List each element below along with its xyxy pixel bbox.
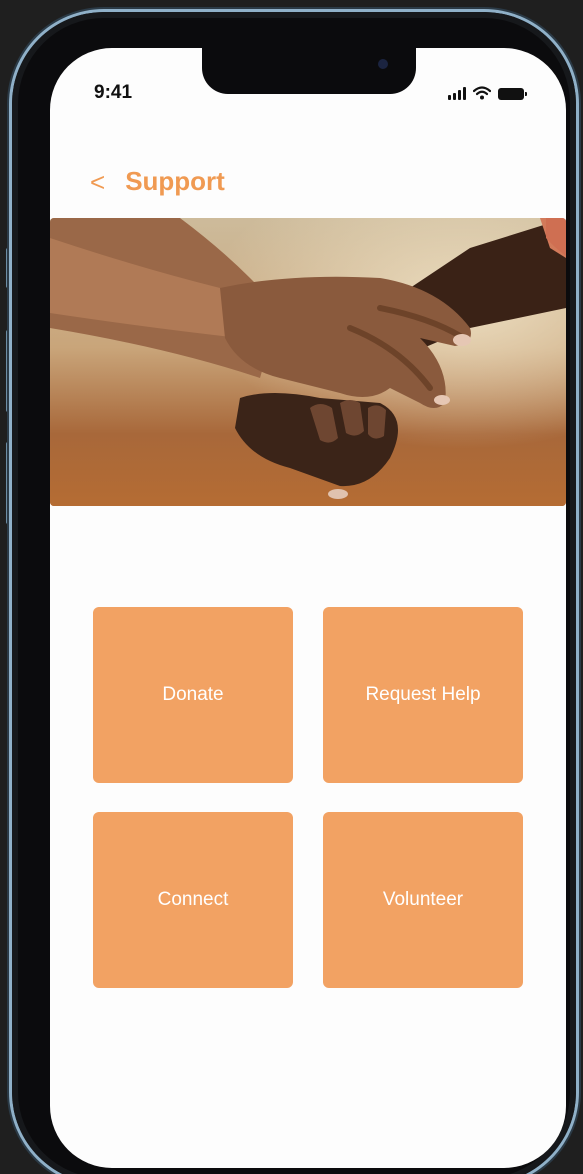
notch bbox=[202, 48, 416, 94]
donate-button[interactable]: Donate bbox=[93, 607, 293, 783]
battery-icon bbox=[498, 88, 527, 100]
camera-icon bbox=[378, 59, 388, 69]
volume-up-button bbox=[6, 330, 11, 412]
status-time: 9:41 bbox=[94, 82, 133, 103]
volume-down-button bbox=[6, 442, 11, 524]
request-help-button[interactable]: Request Help bbox=[323, 607, 523, 783]
side-button bbox=[6, 248, 11, 288]
page-title: Support bbox=[125, 166, 225, 196]
volunteer-button[interactable]: Volunteer bbox=[323, 812, 523, 988]
wifi-icon bbox=[473, 86, 491, 100]
app-screen: 9:41 < Support Donate Request Help Conne… bbox=[50, 48, 566, 1168]
hero-image bbox=[50, 218, 566, 506]
clasped-hands-photo bbox=[50, 218, 566, 506]
cellular-signal-icon bbox=[448, 87, 466, 100]
device-mockup: 9:41 < Support Donate Request Help Conne… bbox=[0, 0, 583, 1174]
phone-frame: 9:41 < Support Donate Request Help Conne… bbox=[12, 12, 576, 1174]
connect-button[interactable]: Connect bbox=[93, 812, 293, 988]
chevron-left-icon[interactable]: < bbox=[90, 169, 105, 195]
status-icons bbox=[448, 86, 527, 100]
page-header: < Support bbox=[90, 166, 225, 197]
action-grid: Donate Request Help Connect Volunteer bbox=[93, 607, 523, 988]
